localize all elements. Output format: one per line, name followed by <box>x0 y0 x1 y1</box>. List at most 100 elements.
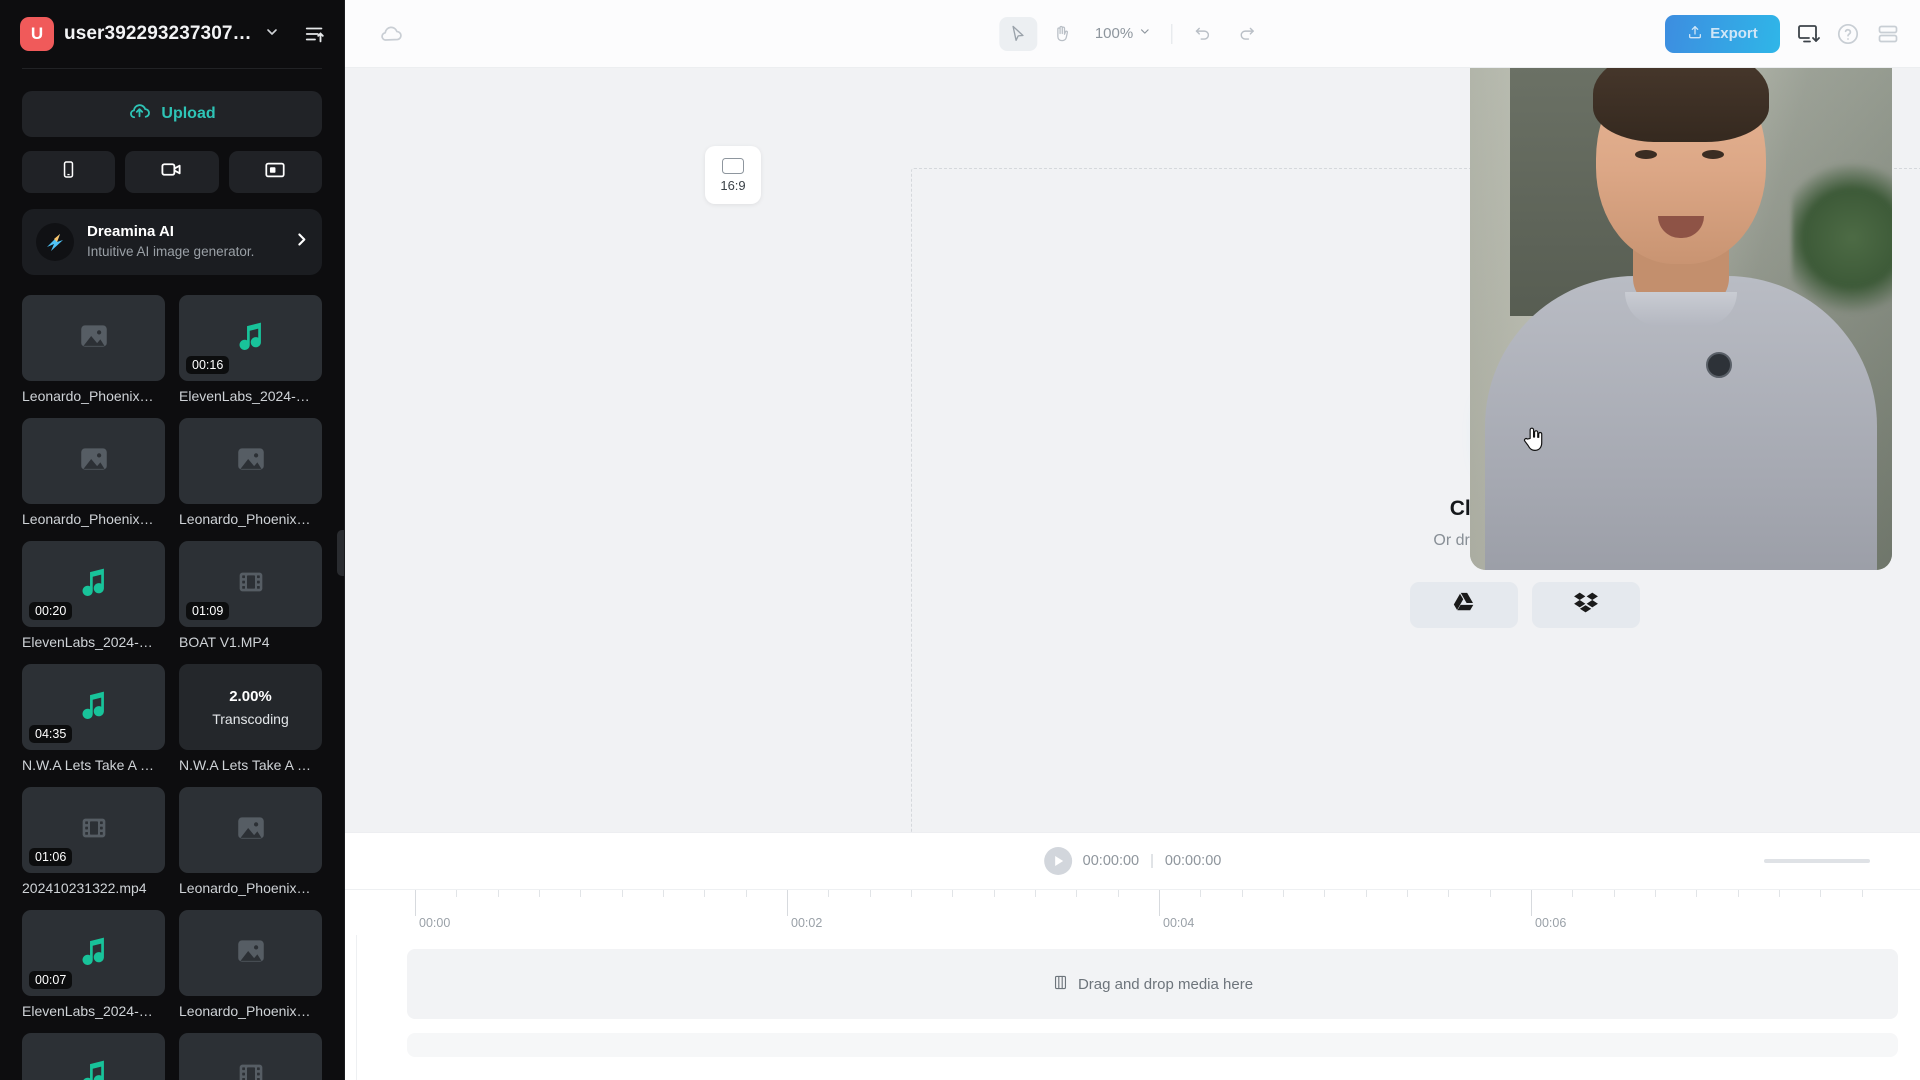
media-item-name: ElevenLabs_2024-… <box>22 1003 153 1020</box>
ruler-minor-tick <box>828 890 830 897</box>
account-name[interactable]: user392293237307… <box>64 23 252 45</box>
timeline-ruler[interactable]: 00:00 00:02 00:04 00:06 <box>345 889 1920 935</box>
ruler-major-tick <box>415 890 416 916</box>
media-thumbnail[interactable]: 00:20 <box>22 541 165 628</box>
download-to-device-icon[interactable] <box>1796 22 1820 46</box>
media-thumbnail[interactable]: 00:16 <box>179 295 322 382</box>
cloud-provider-row <box>1410 581 1640 628</box>
cursor-arrow-icon[interactable] <box>998 16 1037 51</box>
zoom-level-selector[interactable]: 100% <box>1087 25 1159 42</box>
camera-source-button[interactable] <box>125 151 219 193</box>
media-thumbnail[interactable]: 00:07 <box>22 910 165 997</box>
media-duration-badge: 04:35 <box>29 725 73 744</box>
media-item[interactable] <box>179 1033 322 1080</box>
webcam-person-eye-right <box>1702 150 1724 159</box>
media-item-name: Leonardo_Phoenix… <box>179 511 311 528</box>
audio-placeholder-icon <box>77 565 111 604</box>
media-item[interactable] <box>22 1033 165 1080</box>
phone-source-button[interactable] <box>22 151 116 193</box>
image-placeholder-icon <box>234 442 268 481</box>
media-item[interactable]: 04:35 N.W.A Lets Take A … <box>22 664 165 773</box>
webcam-video-overlay[interactable] <box>1470 68 1892 570</box>
screen-source-button[interactable] <box>228 151 322 193</box>
play-icon[interactable] <box>1043 847 1072 875</box>
dreamina-logo-icon <box>36 223 74 262</box>
media-item[interactable]: 2.00% Transcoding N.W.A Lets Take A … <box>179 664 322 773</box>
media-item-name: ElevenLabs_2024-… <box>179 388 310 405</box>
media-item[interactable]: Leonardo_Phoenix… <box>179 418 322 527</box>
media-item[interactable]: Leonardo_Phoenix… <box>179 910 322 1019</box>
ruler-label: 00:06 <box>1535 916 1567 930</box>
hand-pointer-cursor <box>1521 425 1547 460</box>
media-thumbnail[interactable]: 01:09 <box>179 541 322 628</box>
aspect-ratio-chip[interactable]: 16:9 <box>705 146 761 204</box>
cloud-upload-icon <box>128 100 151 128</box>
image-placeholder-icon <box>77 442 111 481</box>
sort-icon[interactable] <box>304 23 326 45</box>
ruler-minor-tick <box>1076 890 1078 897</box>
main-area: 100% Export 16:9 Or 00:00:00 | 00:00:00 … <box>345 0 1920 1080</box>
timeline-drop-zone[interactable]: Drag and drop media here <box>407 949 1898 1019</box>
layout-panels-icon[interactable] <box>1876 22 1900 46</box>
ruler-minor-tick <box>539 890 540 897</box>
audio-placeholder-icon <box>77 688 111 727</box>
export-upload-icon <box>1687 24 1703 44</box>
sidebar-collapse-handle[interactable] <box>337 530 344 576</box>
media-item[interactable]: Leonardo_Phoenix… <box>22 295 165 404</box>
timeline-tracks: Drag and drop media here <box>345 935 1920 1080</box>
media-thumbnail[interactable]: 2.00% Transcoding <box>179 664 322 751</box>
export-button[interactable]: Export <box>1665 14 1780 53</box>
dropbox-button[interactable] <box>1532 581 1640 628</box>
audio-placeholder-icon <box>77 1057 111 1080</box>
media-library-grid: Leonardo_Phoenix… 00:16 ElevenLabs_2024-… L… <box>22 295 322 1080</box>
upload-button[interactable]: Upload <box>22 91 322 137</box>
chevron-down-icon <box>1138 25 1151 42</box>
media-duration-badge: 01:09 <box>186 602 230 621</box>
chevron-down-icon[interactable] <box>264 24 280 44</box>
ruler-minor-tick <box>1489 890 1491 897</box>
ruler-minor-tick <box>1655 890 1656 897</box>
hand-icon[interactable] <box>1043 17 1081 51</box>
media-sidebar: U user392293237307… Upload Dreamina AI I… <box>0 0 345 1080</box>
media-item-name: 202410231322.mp4 <box>22 880 147 897</box>
ruler-minor-tick <box>869 890 871 897</box>
chevron-right-icon[interactable] <box>293 231 310 253</box>
ruler-minor-tick <box>1035 890 1036 897</box>
ruler-minor-tick <box>1283 890 1284 897</box>
media-item[interactable]: Leonardo_Phoenix… <box>179 787 322 896</box>
dreamina-promo-card[interactable]: Dreamina AI Intuitive AI image generator… <box>22 209 322 276</box>
media-item[interactable]: 01:09 BOAT V1.MP4 <box>179 541 322 650</box>
media-item[interactable]: 00:16 ElevenLabs_2024-… <box>179 295 322 404</box>
ruler-minor-tick <box>993 890 995 897</box>
media-thumbnail[interactable] <box>179 787 322 874</box>
media-thumbnail[interactable] <box>22 1033 165 1080</box>
media-thumbnail[interactable] <box>179 910 322 997</box>
media-thumbnail[interactable]: 04:35 <box>22 664 165 751</box>
undo-icon[interactable] <box>1184 17 1222 51</box>
media-thumbnail[interactable] <box>179 1033 322 1080</box>
redo-icon[interactable] <box>1228 17 1266 51</box>
ruler-minor-tick <box>1861 890 1863 897</box>
cloud-sync-icon[interactable] <box>379 22 403 46</box>
media-item[interactable]: 01:06 202410231322.mp4 <box>22 787 165 896</box>
ruler-minor-tick <box>911 890 912 897</box>
media-thumbnail[interactable] <box>22 295 165 382</box>
media-item[interactable]: Leonardo_Phoenix… <box>22 418 165 527</box>
timeline-secondary-track[interactable] <box>407 1033 1898 1057</box>
media-thumbnail[interactable] <box>22 418 165 505</box>
media-item[interactable]: 00:20 ElevenLabs_2024-… <box>22 541 165 650</box>
screen-record-icon <box>264 159 286 186</box>
google-drive-button[interactable] <box>1410 581 1518 628</box>
ruler-label: 00:00 <box>419 916 451 930</box>
audio-placeholder-icon <box>234 319 268 358</box>
media-thumbnail[interactable] <box>179 418 322 505</box>
timeline-zoom-slider[interactable] <box>1764 859 1870 863</box>
timeline-drop-zone-label: Drag and drop media here <box>1077 975 1254 993</box>
avatar[interactable]: U <box>20 17 54 51</box>
help-circle-icon[interactable] <box>1836 22 1860 46</box>
ruler-minor-tick <box>1241 890 1243 897</box>
media-item[interactable]: 00:07 ElevenLabs_2024-… <box>22 910 165 1019</box>
media-thumbnail[interactable]: 01:06 <box>22 787 165 874</box>
ruler-minor-tick <box>1365 890 1367 897</box>
webcam-microphone-badge <box>1706 352 1732 378</box>
